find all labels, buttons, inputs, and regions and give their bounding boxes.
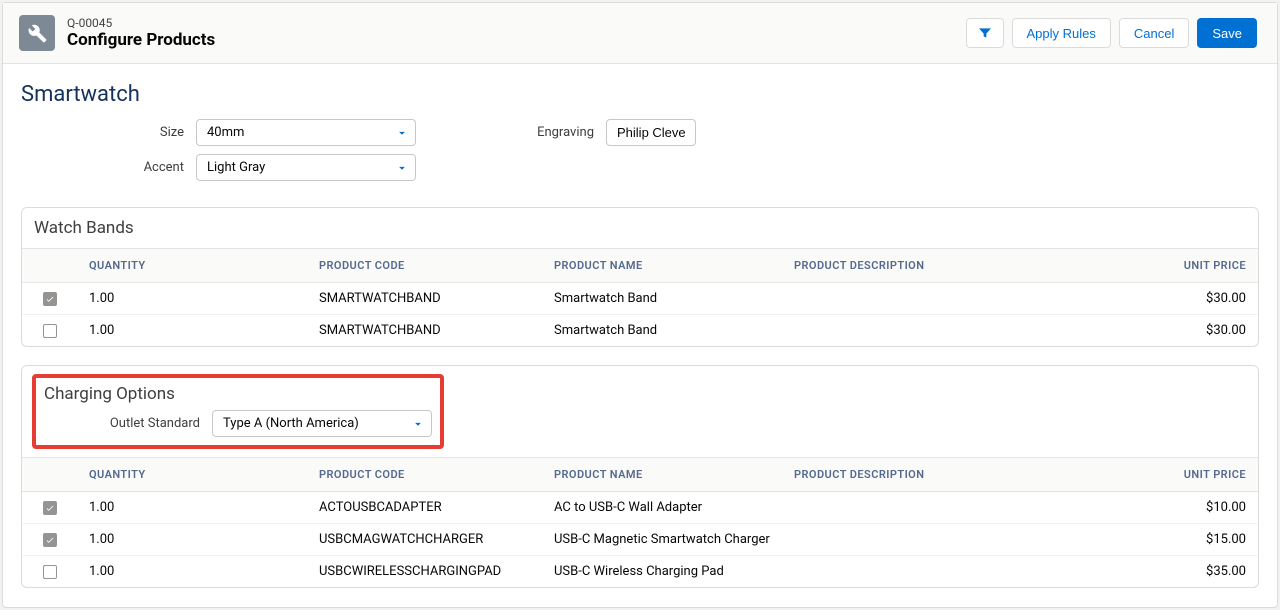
row-checkbox[interactable] [43, 501, 57, 515]
col-unit-price: UNIT PRICE [1138, 249, 1258, 283]
col-product-description: PRODUCT DESCRIPTION [782, 458, 1138, 492]
table-row: 1.00 ACTOUSBCADAPTER AC to USB-C Wall Ad… [22, 492, 1258, 524]
col-quantity: QUANTITY [77, 249, 307, 283]
cell-unit-price: $35.00 [1138, 556, 1258, 588]
section: Watch Bands QUANTITY PRODUCT CODE PRODUC… [21, 207, 1259, 347]
cell-product-name: USB-C Magnetic Smartwatch Charger [542, 524, 782, 556]
cell-product-description [782, 556, 1138, 588]
outlet-standard-value: Type A (North America) [223, 416, 359, 431]
table-row: 1.00 USBCMAGWATCHCHARGER USB-C Magnetic … [22, 524, 1258, 556]
cell-unit-price: $30.00 [1138, 283, 1258, 315]
cell-product-description [782, 283, 1138, 315]
topbar: Q-00045 Configure Products Apply Rules C… [3, 3, 1277, 64]
col-product-description: PRODUCT DESCRIPTION [782, 249, 1138, 283]
col-unit-price: UNIT PRICE [1138, 458, 1258, 492]
cell-unit-price: $10.00 [1138, 492, 1258, 524]
size-value: 40mm [207, 125, 244, 140]
apply-rules-button[interactable]: Apply Rules [1012, 18, 1111, 48]
cell-product-code: USBCWIRELESSCHARGINGPAD [307, 556, 542, 588]
cell-quantity: 1.00 [77, 524, 307, 556]
quote-number: Q-00045 [67, 16, 215, 30]
wrench-icon [19, 15, 55, 51]
cell-quantity: 1.00 [77, 556, 307, 588]
section-header: Charging Options Outlet Standard Type A … [22, 366, 1258, 458]
outlet-standard-label: Outlet Standard [44, 416, 212, 431]
engraving-input[interactable] [606, 119, 696, 146]
chevron-down-icon [395, 161, 409, 175]
cell-product-name: AC to USB-C Wall Adapter [542, 492, 782, 524]
row-checkbox[interactable] [43, 565, 57, 579]
cell-product-code: USBCMAGWATCHCHARGER [307, 524, 542, 556]
cell-product-description [782, 492, 1138, 524]
col-product-code: PRODUCT CODE [307, 249, 542, 283]
col-product-code: PRODUCT CODE [307, 458, 542, 492]
cell-quantity: 1.00 [77, 315, 307, 347]
cell-product-name: Smartwatch Band [542, 283, 782, 315]
table-row: 1.00 USBCWIRELESSCHARGINGPAD USB-C Wirel… [22, 556, 1258, 588]
col-select [22, 249, 77, 283]
accent-label: Accent [21, 160, 196, 175]
filter-icon [977, 25, 993, 41]
row-checkbox[interactable] [43, 533, 57, 547]
cancel-button[interactable]: Cancel [1119, 18, 1189, 48]
chevron-down-icon [395, 126, 409, 140]
accent-value: Light Gray [207, 160, 265, 175]
section-header: Watch Bands [22, 208, 1258, 249]
cell-unit-price: $30.00 [1138, 315, 1258, 347]
section-title: Charging Options [44, 384, 432, 404]
cell-product-code: SMARTWATCHBAND [307, 283, 542, 315]
row-checkbox[interactable] [43, 292, 57, 306]
row-checkbox[interactable] [43, 324, 57, 338]
cell-quantity: 1.00 [77, 283, 307, 315]
page-title: Configure Products [67, 30, 215, 50]
filter-button[interactable] [966, 18, 1004, 48]
section: Charging Options Outlet Standard Type A … [21, 365, 1259, 588]
cell-product-name: Smartwatch Band [542, 315, 782, 347]
product-table: QUANTITY PRODUCT CODE PRODUCT NAME PRODU… [22, 458, 1258, 587]
section-title: Watch Bands [34, 218, 1246, 238]
accent-select[interactable]: Light Gray [196, 154, 416, 181]
table-row: 1.00 SMARTWATCHBAND Smartwatch Band $30.… [22, 315, 1258, 347]
cell-product-code: ACTOUSBCADAPTER [307, 492, 542, 524]
size-select[interactable]: 40mm [196, 119, 416, 146]
col-product-name: PRODUCT NAME [542, 458, 782, 492]
col-product-name: PRODUCT NAME [542, 249, 782, 283]
cell-unit-price: $15.00 [1138, 524, 1258, 556]
product-title: Smartwatch [3, 64, 1277, 119]
size-label: Size [21, 125, 196, 140]
engraving-label: Engraving [456, 125, 606, 140]
cell-product-code: SMARTWATCHBAND [307, 315, 542, 347]
cell-product-description [782, 524, 1138, 556]
product-table: QUANTITY PRODUCT CODE PRODUCT NAME PRODU… [22, 249, 1258, 346]
chevron-down-icon [411, 417, 425, 431]
table-row: 1.00 SMARTWATCHBAND Smartwatch Band $30.… [22, 283, 1258, 315]
col-quantity: QUANTITY [77, 458, 307, 492]
col-select [22, 458, 77, 492]
outlet-standard-select[interactable]: Type A (North America) [212, 410, 432, 437]
cell-product-description [782, 315, 1138, 347]
highlight-box: Charging Options Outlet Standard Type A … [32, 374, 444, 449]
save-button[interactable]: Save [1197, 18, 1257, 48]
cell-quantity: 1.00 [77, 492, 307, 524]
cell-product-name: USB-C Wireless Charging Pad [542, 556, 782, 588]
